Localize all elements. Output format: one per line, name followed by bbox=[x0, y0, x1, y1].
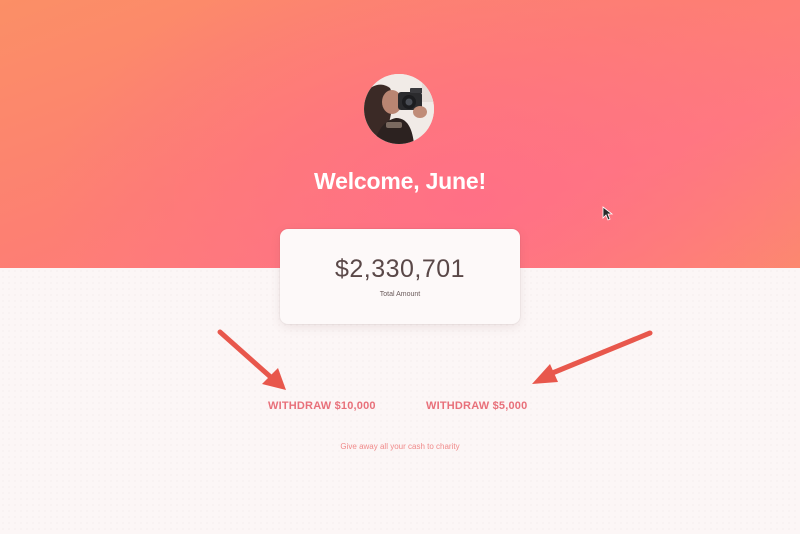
mouse-pointer-icon bbox=[602, 206, 614, 221]
avatar[interactable] bbox=[364, 74, 434, 144]
total-amount-value: $2,330,701 bbox=[334, 255, 466, 283]
avatar-photo bbox=[364, 74, 434, 144]
welcome-heading: Welcome, June! bbox=[314, 168, 486, 194]
red-arrow-icon bbox=[217, 329, 286, 390]
red-arrow-icon bbox=[532, 330, 653, 384]
total-amount-label: Total Amount bbox=[379, 291, 421, 298]
withdraw-10000-button[interactable]: WITHDRAW $10,000 bbox=[268, 400, 376, 412]
withdraw-5000-button[interactable]: WITHDRAW $5,000 bbox=[426, 400, 527, 412]
charity-link[interactable]: Give away all your cash to charity bbox=[0, 442, 800, 451]
balance-card: $2,330,701 Total Amount bbox=[280, 229, 520, 324]
